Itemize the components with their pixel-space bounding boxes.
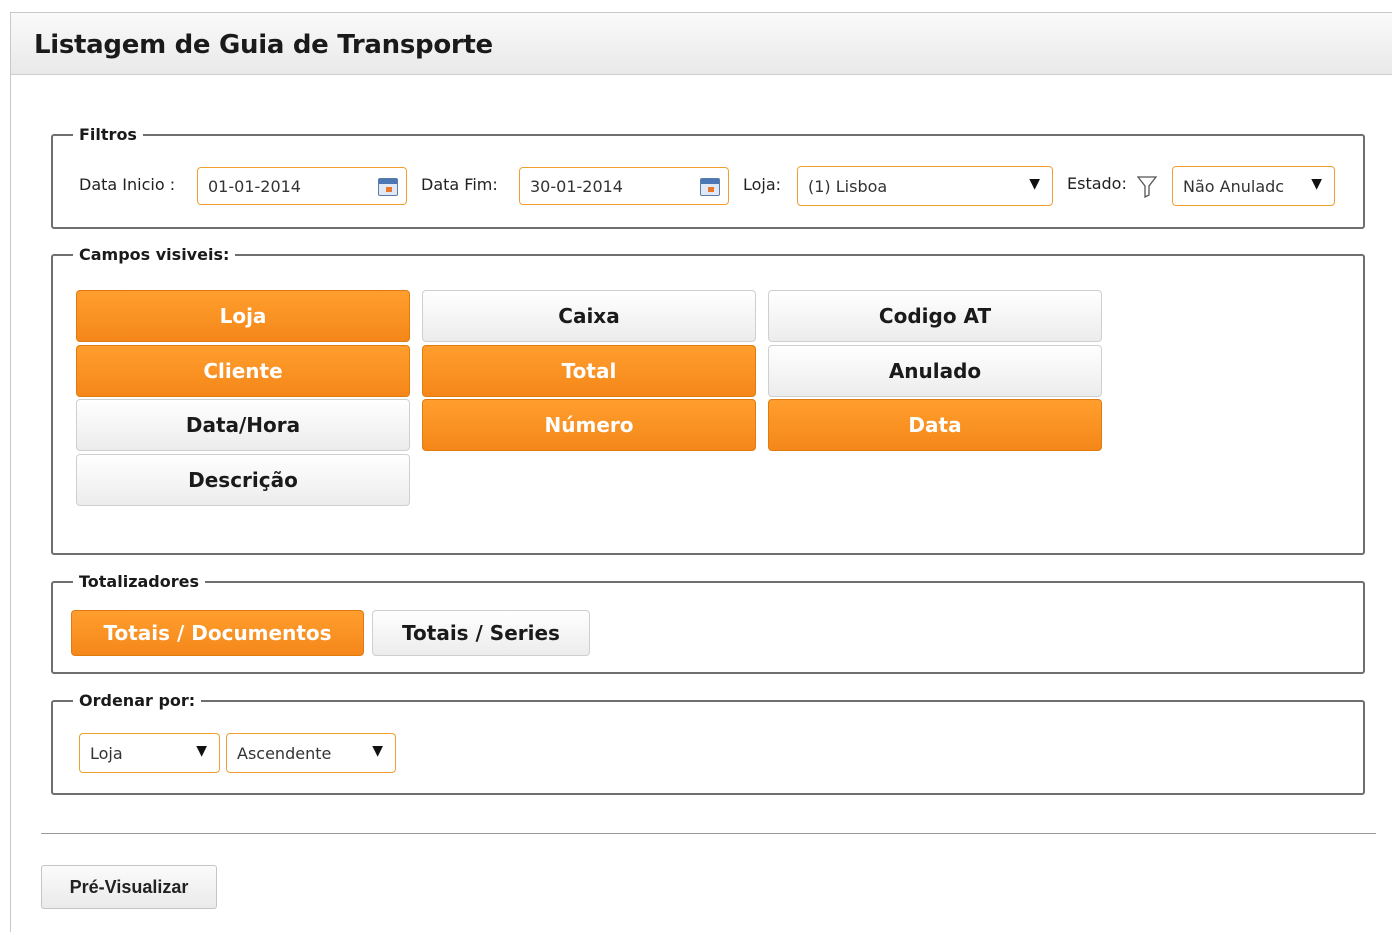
campo-label: Caixa [558,304,620,328]
data-fim-value: 30-01-2014 [530,176,623,196]
loja-label: Loja: [743,175,782,194]
totais-series-button[interactable]: Totais / Series [372,610,590,656]
preview-button[interactable]: Pré-Visualizar [41,865,217,909]
data-inicio-input[interactable]: 01-01-2014 [197,167,407,205]
campo-cliente-toggle[interactable]: Cliente [76,345,410,397]
chevron-down-icon: ▼ [1311,176,1322,192]
estado-label: Estado: [1067,174,1127,193]
chevron-down-icon: ▼ [196,743,207,759]
divider [41,833,1376,834]
campo-label: Data/Hora [185,413,301,437]
totais-documentos-button[interactable]: Totais / Documentos [71,610,364,656]
chevron-down-icon: ▼ [1029,176,1040,192]
campo-descricao-toggle[interactable]: Descrição [76,454,410,506]
calendar-icon[interactable] [700,178,720,196]
campo-label: Codigo AT [878,304,992,328]
campo-numero-toggle[interactable]: Número [422,399,756,451]
title-bar: Listagem de Guia de Transporte [11,13,1392,75]
campo-data-hora-toggle[interactable]: Data/Hora [76,399,410,451]
filters-legend: Filtros [79,125,137,144]
campo-label: Anulado [888,359,982,383]
campo-codigo-at-toggle[interactable]: Codigo AT [768,290,1102,342]
estado-select[interactable]: Não Anuladc ▼ [1172,166,1335,206]
preview-button-label: Pré-Visualizar [69,876,189,897]
campo-caixa-toggle[interactable]: Caixa [422,290,756,342]
calendar-icon[interactable] [378,178,398,196]
campo-loja-toggle[interactable]: Loja [76,290,410,342]
ordenar-campo-select[interactable]: Loja ▼ [79,733,220,773]
chevron-down-icon: ▼ [372,743,383,759]
campo-anulado-toggle[interactable]: Anulado [768,345,1102,397]
ordenar-campo-value: Loja [90,743,123,763]
campo-label: Total [561,359,617,383]
campo-label: Descrição [188,468,298,492]
data-inicio-value: 01-01-2014 [208,176,301,196]
campo-data-toggle[interactable]: Data [768,399,1102,451]
campos-legend: Campos visiveis: [79,245,230,264]
campo-label: Número [544,413,634,437]
ordenar-legend: Ordenar por: [79,691,196,710]
ordenar-direcao-value: Ascendente [237,743,332,763]
window: Listagem de Guia de Transporte Filtros D… [10,12,1392,932]
loja-select[interactable]: (1) Lisboa ▼ [797,166,1053,206]
filter-icon[interactable] [1137,176,1157,198]
ordenar-direcao-select[interactable]: Ascendente ▼ [226,733,396,773]
data-fim-label: Data Fim: [421,175,498,194]
data-inicio-label: Data Inicio : [79,175,176,194]
totalizador-label: Totais / Documentos [103,621,332,645]
totalizadores-legend: Totalizadores [79,572,200,591]
totalizador-label: Totais / Series [402,621,560,645]
data-fim-input[interactable]: 30-01-2014 [519,167,729,205]
loja-select-value: (1) Lisboa [808,176,888,196]
campo-label: Loja [219,304,267,328]
page-title: Listagem de Guia de Transporte [34,30,493,60]
campo-label: Data [908,413,962,437]
campo-label: Cliente [203,359,283,383]
estado-select-value: Não Anuladc [1183,176,1285,196]
campo-total-toggle[interactable]: Total [422,345,756,397]
